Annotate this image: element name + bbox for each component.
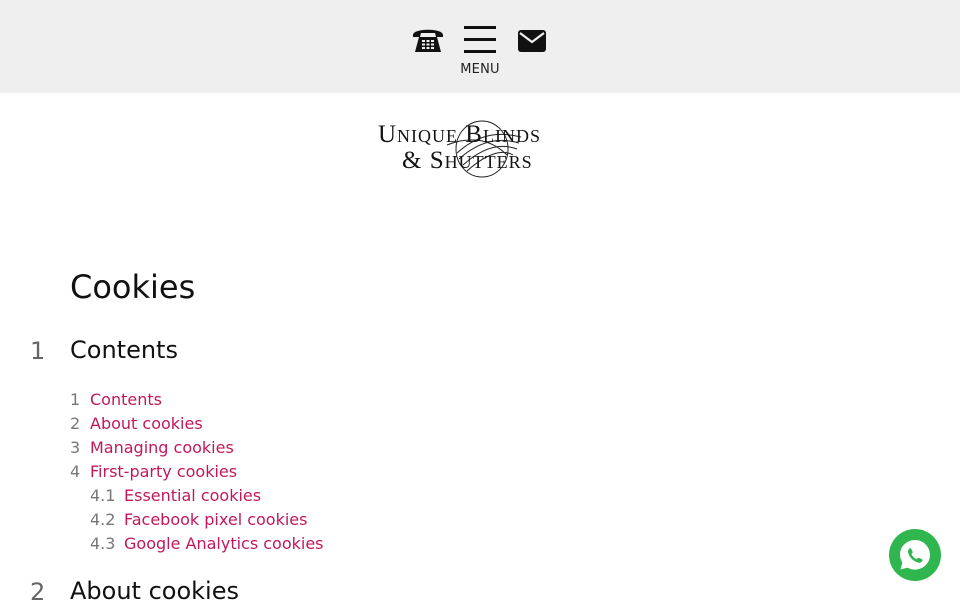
section-heading: Contents [70, 336, 178, 364]
toc-item: 4 First-party cookies [70, 462, 237, 481]
hamburger-menu-icon [464, 26, 496, 54]
mail-icon [518, 30, 546, 52]
toc-number: 1 [70, 390, 81, 409]
phone-icon [413, 29, 443, 52]
top-bar: MENU [0, 0, 960, 93]
logo-line-1: Unique Blinds [378, 121, 541, 148]
whatsapp-button[interactable] [889, 529, 941, 581]
toc-item: 2 About cookies [70, 414, 203, 433]
whatsapp-icon [900, 540, 930, 570]
site-logo[interactable]: Unique Blinds & Shutters [375, 115, 590, 183]
toc-number: 4.1 [90, 486, 116, 505]
logo-line-2: & Shutters [402, 147, 533, 174]
menu-button[interactable]: MENU [456, 24, 504, 80]
toc-subitem: 4.3 Google Analytics cookies [90, 534, 324, 553]
phone-button[interactable] [410, 24, 446, 56]
section-heading: About cookies [70, 577, 239, 600]
toc-number: 4 [70, 462, 81, 481]
page-title: Cookies [70, 268, 196, 306]
toc-link[interactable]: Google Analytics cookies [124, 534, 324, 553]
toc-number: 3 [70, 438, 81, 457]
toc-subitem: 4.2 Facebook pixel cookies [90, 510, 307, 529]
toc-link[interactable]: First-party cookies [90, 462, 237, 481]
toc-link[interactable]: Contents [90, 390, 162, 409]
toc-number: 4.3 [90, 534, 116, 553]
toc-item: 1 Contents [70, 390, 162, 409]
toc-number: 4.2 [90, 510, 116, 529]
mail-button[interactable] [516, 28, 548, 54]
toc-link[interactable]: Managing cookies [90, 438, 234, 457]
toc-subitem: 4.1 Essential cookies [90, 486, 261, 505]
section-number: 1 [30, 337, 46, 365]
section-number: 2 [30, 578, 46, 600]
menu-label: MENU [460, 62, 500, 77]
toc-link[interactable]: About cookies [90, 414, 203, 433]
toc-link[interactable]: Essential cookies [124, 486, 261, 505]
toc-link[interactable]: Facebook pixel cookies [124, 510, 307, 529]
toc-number: 2 [70, 414, 81, 433]
toc-item: 3 Managing cookies [70, 438, 234, 457]
